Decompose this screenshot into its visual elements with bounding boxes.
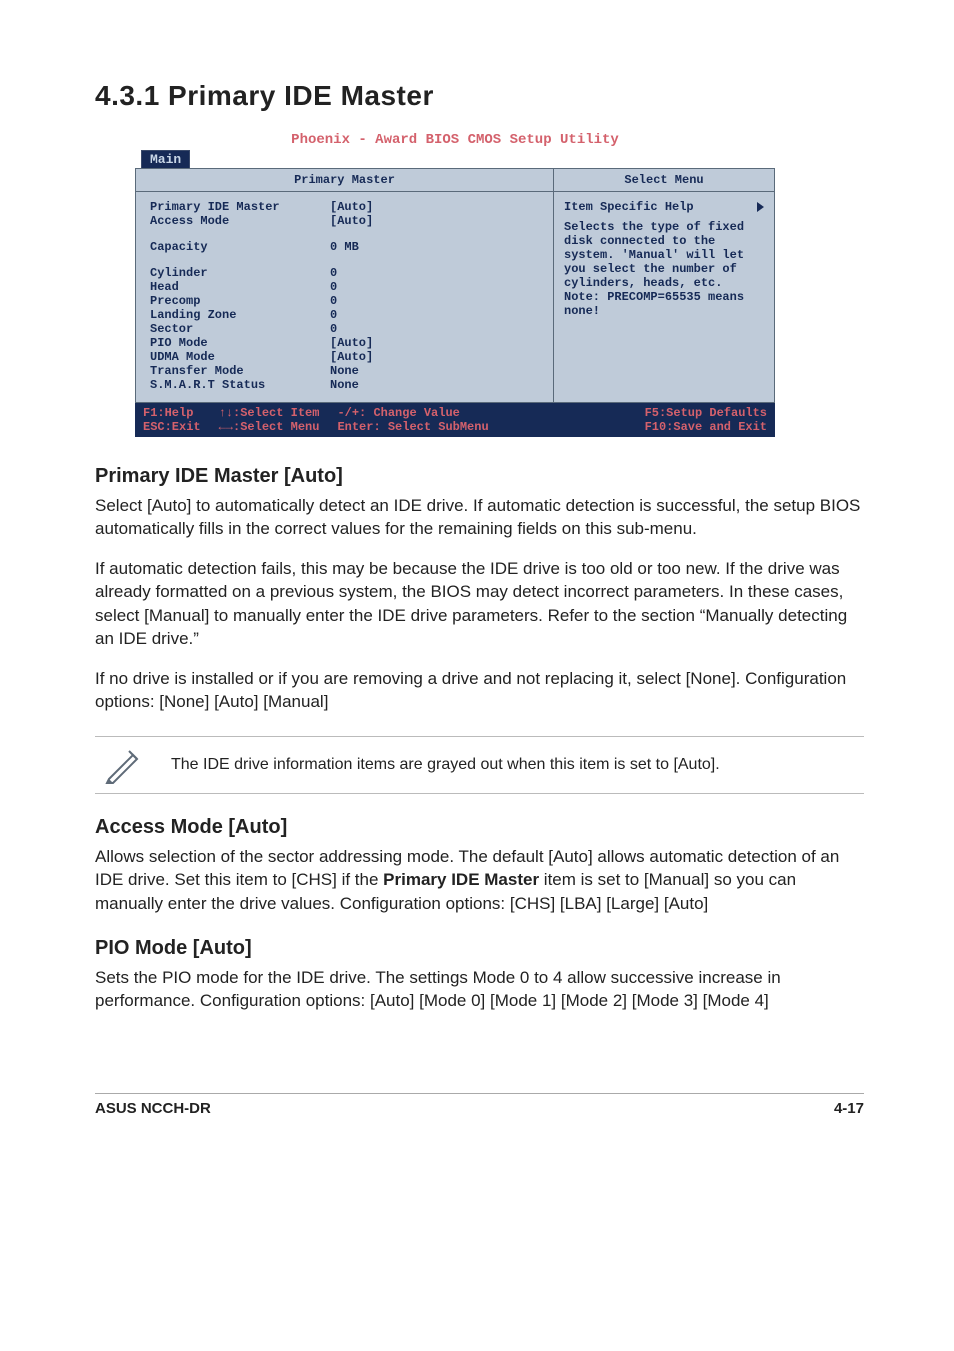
bios-key: Access Mode <box>150 214 330 228</box>
bios-key-hint: ←→:Select Menu <box>219 420 320 434</box>
bios-row: Head0 <box>150 280 539 294</box>
sub-heading-access-mode: Access Mode [Auto] <box>95 816 864 839</box>
note-callout: The IDE drive information items are gray… <box>95 736 864 794</box>
bios-key: S.M.A.R.T Status <box>150 378 330 392</box>
bios-row: UDMA Mode[Auto] <box>150 350 539 364</box>
bios-val: [Auto] <box>330 336 539 350</box>
triangle-right-icon <box>757 202 764 212</box>
bios-key-hint: F10:Save and Exit <box>645 420 767 434</box>
bios-panel-title-right: Select Menu <box>554 169 774 192</box>
paragraph: Select [Auto] to automatically detect an… <box>95 494 864 541</box>
bios-row: S.M.A.R.T StatusNone <box>150 378 539 392</box>
bios-row: Cylinder0 <box>150 266 539 280</box>
bios-val: 0 <box>330 294 539 308</box>
page-footer: ASUS NCCH-DR 4-17 <box>95 1093 864 1117</box>
bios-key: Cylinder <box>150 266 330 280</box>
footer-product: ASUS NCCH-DR <box>95 1100 211 1117</box>
bios-key: Transfer Mode <box>150 364 330 378</box>
bios-key-hint: ESC:Exit <box>143 420 201 434</box>
sub-heading-pio-mode: PIO Mode [Auto] <box>95 937 864 960</box>
bios-row: Capacity 0 MB <box>150 240 539 254</box>
paragraph: Allows selection of the sector addressin… <box>95 845 864 915</box>
bios-key-hint: Enter: Select SubMenu <box>337 420 488 434</box>
bios-row: Sector0 <box>150 322 539 336</box>
paragraph: Sets the PIO mode for the IDE drive. The… <box>95 966 864 1013</box>
paragraph: If no drive is installed or if you are r… <box>95 667 864 714</box>
bios-help-body: Selects the type of fixed disk connected… <box>564 220 764 318</box>
bios-key: Primary IDE Master <box>150 200 330 214</box>
bios-tab-main: Main <box>141 150 190 168</box>
bios-val: 0 <box>330 280 539 294</box>
section-heading: 4.3.1 Primary IDE Master <box>95 80 864 112</box>
bios-utility-title: Phoenix - Award BIOS CMOS Setup Utility <box>135 132 775 148</box>
bios-row: Primary IDE Master [Auto] <box>150 200 539 214</box>
bios-val: 0 <box>330 322 539 336</box>
bios-key: Capacity <box>150 240 330 254</box>
bios-key: Precomp <box>150 294 330 308</box>
bios-key-hint: -/+: Change Value <box>337 406 459 420</box>
bios-val: 0 MB <box>330 240 539 254</box>
bios-panel-title-left: Primary Master <box>136 169 554 192</box>
bios-screenshot: Phoenix - Award BIOS CMOS Setup Utility … <box>135 132 775 437</box>
bios-key-hint: F5:Setup Defaults <box>645 406 767 420</box>
bios-footer-keys: F1:HelpESC:Exit ↑↓:Select Item←→:Select … <box>135 403 775 437</box>
bold-term: Primary IDE Master <box>383 870 539 889</box>
bios-row: Transfer ModeNone <box>150 364 539 378</box>
bios-row: Access Mode [Auto] <box>150 214 539 228</box>
sub-heading-primary-ide: Primary IDE Master [Auto] <box>95 465 864 488</box>
bios-val: [Auto] <box>330 350 539 364</box>
bios-val: None <box>330 364 539 378</box>
bios-val: [Auto] <box>330 214 539 228</box>
note-text: The IDE drive information items are gray… <box>171 754 720 776</box>
bios-help-panel: Item Specific Help Selects the type of f… <box>554 192 774 402</box>
bios-val: 0 <box>330 308 539 322</box>
bios-key: Sector <box>150 322 330 336</box>
bios-key: PIO Mode <box>150 336 330 350</box>
bios-val: None <box>330 378 539 392</box>
bios-row: Precomp0 <box>150 294 539 308</box>
footer-page-number: 4-17 <box>834 1100 864 1117</box>
bios-row: PIO Mode[Auto] <box>150 336 539 350</box>
bios-key: Landing Zone <box>150 308 330 322</box>
bios-key-hint: ↑↓:Select Item <box>219 406 320 420</box>
bios-row: Landing Zone0 <box>150 308 539 322</box>
bios-key: Head <box>150 280 330 294</box>
bios-key: UDMA Mode <box>150 350 330 364</box>
bios-settings-panel: Primary IDE Master [Auto] Access Mode [A… <box>136 192 554 402</box>
bios-val: [Auto] <box>330 200 539 214</box>
bios-key-hint: F1:Help <box>143 406 193 420</box>
bios-val: 0 <box>330 266 539 280</box>
pencil-icon <box>103 745 143 785</box>
paragraph: If automatic detection fails, this may b… <box>95 557 864 651</box>
bios-help-title: Item Specific Help <box>564 200 694 214</box>
